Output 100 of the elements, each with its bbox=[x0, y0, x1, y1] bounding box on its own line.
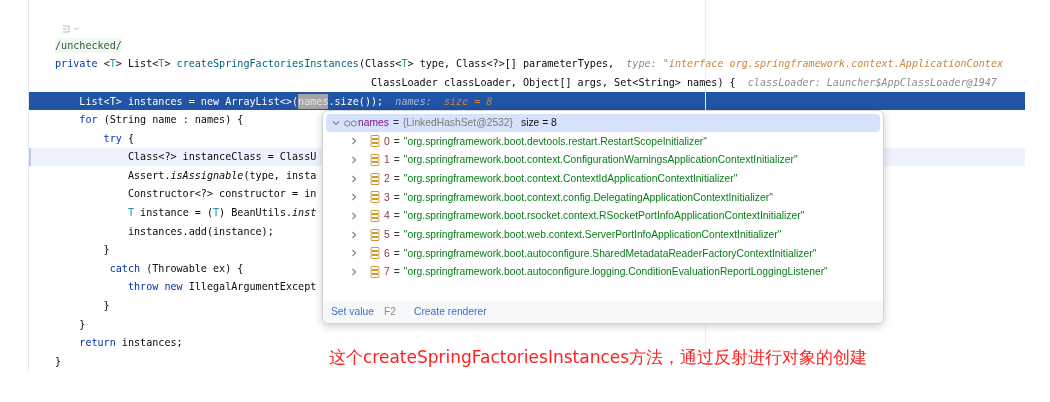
index-text: 6 bbox=[384, 246, 390, 261]
equals-text: = bbox=[393, 134, 400, 149]
keyword-text: throw new bbox=[126, 280, 184, 295]
list-icon bbox=[370, 228, 380, 241]
inline-hint-text: classLoader: Launcher$AppClassLoader@1947 bbox=[747, 75, 997, 90]
keyword-text: catch bbox=[108, 261, 142, 276]
code-text: > List< bbox=[115, 57, 159, 72]
inline-hint-text: type: bbox=[626, 57, 658, 72]
index-text: 1 bbox=[384, 153, 390, 168]
string-value: "org.springframework.boot.autoconfigure.logging.ConditionEvaluationReportLoggingListener" bbox=[403, 265, 828, 280]
code-text: instances; bbox=[121, 336, 183, 351]
index-text: 0 bbox=[384, 134, 390, 149]
equals-text: = bbox=[392, 116, 399, 131]
selected-text: names bbox=[298, 93, 329, 109]
glasses-icon bbox=[344, 119, 357, 127]
index-text: 3 bbox=[384, 190, 390, 205]
static-call-text: inst bbox=[292, 206, 317, 221]
equals-text: = bbox=[393, 265, 400, 280]
action-link[interactable]: Create renderer bbox=[413, 304, 487, 320]
code-text: instances.add(instance); bbox=[126, 224, 274, 239]
code-text: } bbox=[78, 317, 86, 332]
keyword-text: private bbox=[55, 57, 99, 72]
code-text: Constructor<?> constructor = in bbox=[126, 187, 317, 202]
list-icon bbox=[370, 210, 380, 223]
code-text: (String name : names) { bbox=[103, 113, 244, 128]
index-text: 2 bbox=[384, 172, 390, 186]
string-value: "org.springframework.boot.autoconfigure.SharedMetadataReaderFactoryContextInitializer" bbox=[403, 246, 817, 261]
chevron-right-icon[interactable] bbox=[350, 268, 358, 277]
list-icon bbox=[370, 247, 380, 260]
index-text: 4 bbox=[384, 209, 390, 224]
chevron-right-icon[interactable] bbox=[350, 156, 358, 165]
code-text: Class<?> instanceClass = ClassU bbox=[126, 150, 317, 165]
object-ref-text: {LinkedHashSet@2532} bbox=[402, 116, 513, 131]
keyword-text: return bbox=[78, 336, 117, 351]
comment-text: /unchecked/ bbox=[55, 37, 122, 53]
code-text: instance = ( bbox=[139, 206, 214, 221]
chevron-right-icon[interactable] bbox=[350, 249, 358, 258]
equals-text: = bbox=[393, 190, 400, 205]
code-text: ) BeanUtils. bbox=[219, 206, 293, 221]
code-text: < bbox=[103, 57, 110, 72]
tree-row[interactable]: 6 = "org.springframework.boot.autoconfigure.SharedMetadataReaderFactoryContextInitializer" bbox=[323, 244, 883, 263]
keyword-text: for bbox=[78, 113, 99, 128]
tree-row[interactable]: 3 = "org.springframework.boot.context.config.DelegatingApplicationContextInitializer" bbox=[323, 188, 883, 207]
tree-row[interactable]: 7 = "org.springframework.boot.autoconfigure.logging.ConditionEvaluationReportLoggingListener" bbox=[323, 262, 883, 282]
code-text: Assert. bbox=[126, 168, 171, 183]
equals-text: = bbox=[393, 228, 400, 243]
method-name-text: createSpringFactoriesInstances bbox=[176, 57, 359, 72]
tree-row[interactable]: 0 = "org.springframework.boot.devtools.restart.RestartScopeInitializer" bbox=[323, 132, 883, 151]
string-value: "org.springframework.boot.rsocket.context.RSocketPortInfoApplicationContextInitializer" bbox=[403, 209, 805, 224]
code-text: (Class< bbox=[358, 57, 402, 72]
code-text: List<T> instances = new ArrayList<>( bbox=[78, 94, 299, 109]
code-text: { bbox=[127, 131, 134, 146]
list-icon bbox=[370, 266, 380, 279]
tree-root-row[interactable]: names = {LinkedHashSet@2532} size = 8 bbox=[326, 114, 880, 132]
chevron-right-icon[interactable] bbox=[350, 137, 358, 146]
tree-row[interactable]: 5 = "org.springframework.boot.web.context.ServerPortInfoApplicationContextInitializer" bbox=[323, 225, 883, 245]
inline-value-text: "interface org.springframework.context.ApplicationContex bbox=[662, 57, 1004, 72]
type-param-text: T bbox=[126, 206, 134, 221]
code-text: (type, insta bbox=[243, 168, 317, 183]
list-icon bbox=[370, 135, 380, 148]
variable-name: names bbox=[358, 116, 389, 131]
list-icon bbox=[370, 191, 380, 204]
chevron-right-icon[interactable] bbox=[350, 230, 358, 239]
type-param-text: T bbox=[158, 57, 165, 72]
chevron-right-icon[interactable] bbox=[350, 174, 358, 183]
equals-text: = bbox=[393, 209, 400, 224]
tree-row[interactable]: 4 = "org.springframework.boot.rsocket.context.RSocketPortInfoApplicationContextInitializer" bbox=[323, 206, 883, 226]
code-text: > type, Class<?>[] parameterTypes, bbox=[407, 57, 616, 72]
code-text: } bbox=[102, 299, 110, 314]
code-text: (Throwable ex) { bbox=[146, 261, 244, 276]
equals-text: = bbox=[393, 153, 400, 168]
type-param-text: T bbox=[401, 57, 408, 72]
inline-value-text: size = 8 bbox=[443, 94, 493, 109]
annotation-text: 这个createSpringFactoriesInstances方法，通过反射进行对象的创建 bbox=[329, 346, 868, 369]
code-text: ClassLoader classLoader, Object[] args, Set<String> names) { bbox=[370, 75, 737, 90]
code-text: } bbox=[102, 243, 110, 258]
chevron-down-icon[interactable] bbox=[332, 119, 340, 127]
index-text: 7 bbox=[384, 265, 390, 280]
static-call-text: isAssignable bbox=[170, 168, 244, 183]
action-link[interactable]: Set value bbox=[331, 304, 374, 320]
equals-text: = bbox=[393, 172, 400, 186]
chevron-right-icon[interactable] bbox=[350, 193, 358, 202]
code-text: IllegalArgumentExcept bbox=[188, 280, 317, 295]
shortcut-text: F2 bbox=[383, 305, 396, 320]
tree-row[interactable]: 2 = "org.springframework.boot.context.ContextIdApplicationContextInitializer" bbox=[323, 169, 883, 189]
equals-text: = bbox=[393, 246, 400, 261]
keyword-text: try bbox=[102, 131, 123, 146]
code-text: .size()); bbox=[328, 94, 385, 109]
string-value: "org.springframework.boot.context.ContextIdApplicationContextInitializer" bbox=[403, 172, 738, 186]
index-text: 5 bbox=[384, 228, 390, 243]
tree-row[interactable]: 1 = "org.springframework.boot.context.ConfigurationWarningsApplicationContextInitializer" bbox=[323, 150, 883, 170]
list-icon bbox=[370, 172, 380, 185]
list-icon bbox=[370, 154, 380, 167]
string-value: "org.springframework.boot.web.context.ServerPortInfoApplicationContextInitializer" bbox=[403, 228, 782, 243]
string-value: "org.springframework.boot.context.config.DelegatingApplicationContextInitializer" bbox=[403, 190, 773, 205]
type-param-text: T bbox=[213, 206, 220, 221]
chevron-right-icon[interactable] bbox=[350, 212, 358, 221]
string-value: "org.springframework.boot.devtools.restart.RestartScopeInitializer" bbox=[403, 134, 707, 149]
size-text: size = 8 bbox=[521, 116, 557, 131]
string-value: "org.springframework.boot.context.ConfigurationWarningsApplicationContextInitializer" bbox=[403, 153, 798, 168]
